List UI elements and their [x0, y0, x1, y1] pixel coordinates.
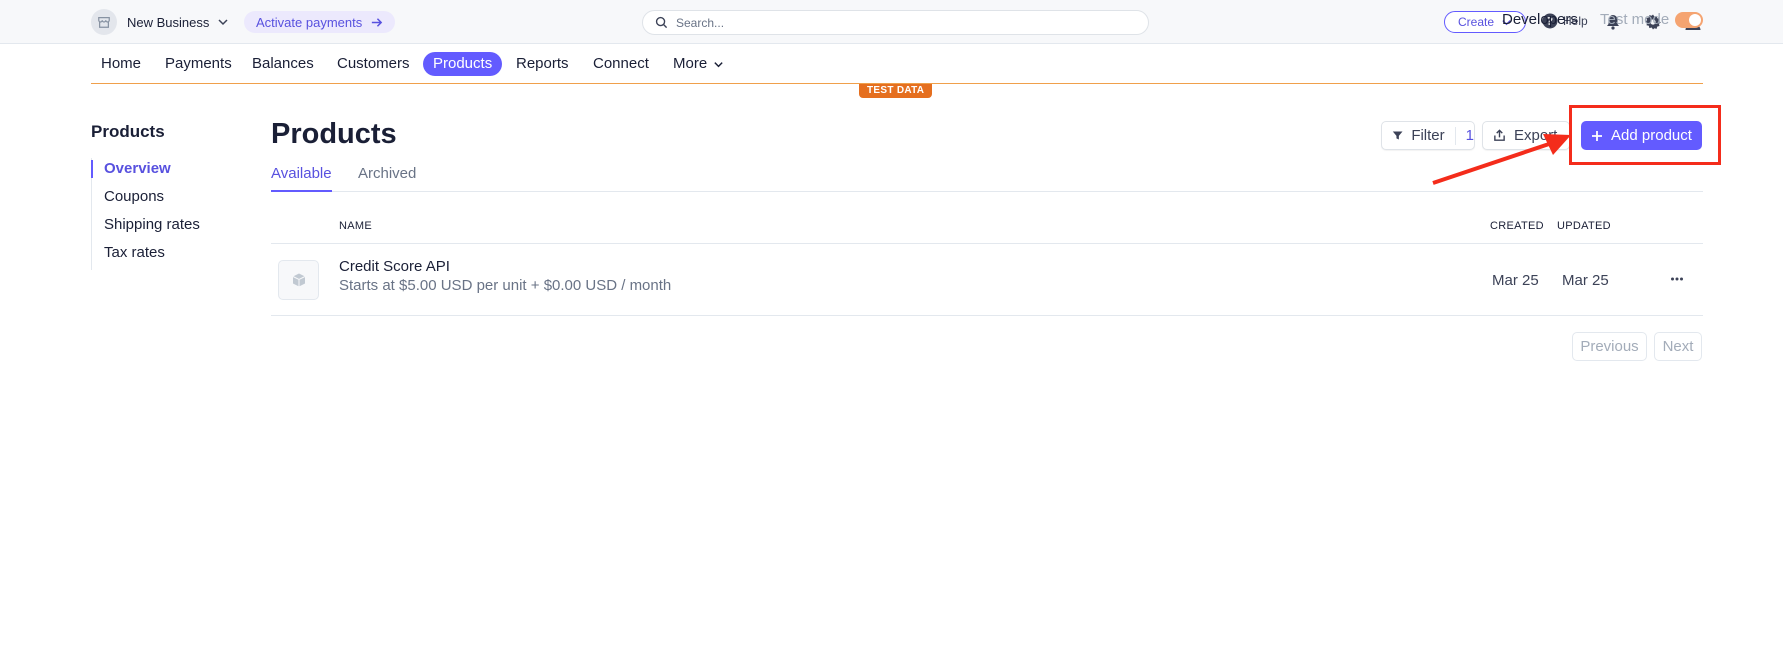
sidebar-item-shipping-rates[interactable]: Shipping rates: [92, 214, 231, 242]
store-icon: [91, 9, 117, 35]
search-input[interactable]: [676, 15, 1116, 30]
product-pricing-description: Starts at $5.00 USD per unit + $0.00 USD…: [339, 277, 672, 294]
nav-item-home[interactable]: Home: [91, 52, 151, 76]
sidebar-title: Products: [91, 122, 165, 141]
product-updated-date: Mar 25: [1562, 272, 1609, 289]
nav-item-reports[interactable]: Reports: [506, 52, 579, 76]
nav-item-more[interactable]: More: [663, 52, 734, 76]
next-page-button[interactable]: Next: [1654, 332, 1702, 361]
nav-item-more-label: More: [673, 55, 708, 72]
product-tabs: Available Archived: [271, 164, 1703, 192]
business-switcher[interactable]: New Business: [91, 9, 229, 35]
test-mode-toggle[interactable]: [1675, 12, 1703, 28]
search-icon: [655, 16, 668, 29]
nav-item-customers[interactable]: Customers: [327, 52, 420, 76]
arrow-right-icon: [372, 17, 383, 27]
nav-item-payments[interactable]: Payments: [155, 52, 242, 76]
table-divider: [271, 243, 1703, 244]
column-header-name[interactable]: NAME: [339, 220, 372, 232]
test-mode-label: Test mode: [1600, 11, 1670, 28]
sidebar-item-overview[interactable]: Overview: [91, 158, 231, 186]
sidebar-menu: Overview Coupons Shipping rates Tax rate…: [91, 158, 231, 270]
product-created-date: Mar 25: [1492, 272, 1539, 289]
activate-payments-label: Activate payments: [256, 14, 363, 30]
page-title: Products: [271, 118, 397, 150]
chevron-down-icon: [218, 19, 228, 26]
nav-item-balances[interactable]: Balances: [242, 52, 324, 76]
test-data-badge: TEST DATA: [859, 84, 933, 98]
table-divider: [271, 315, 1703, 316]
create-label: Create: [1457, 15, 1495, 29]
main-navigation: Home Payments Balances Customers Product…: [91, 44, 1703, 84]
tab-available[interactable]: Available: [271, 164, 332, 192]
product-box-icon: [278, 260, 319, 300]
activate-payments-button[interactable]: Activate payments: [244, 11, 396, 33]
developers-link[interactable]: Developers: [1502, 8, 1578, 32]
more-actions-icon[interactable]: [1668, 270, 1686, 288]
product-name: Credit Score API: [339, 258, 450, 275]
search-bar[interactable]: [642, 10, 1149, 35]
column-header-updated[interactable]: UPDATED: [1557, 220, 1611, 232]
sidebar-item-coupons[interactable]: Coupons: [92, 186, 231, 214]
column-header-created[interactable]: CREATED: [1490, 220, 1544, 232]
nav-item-products[interactable]: Products: [423, 52, 503, 76]
filter-icon: [1392, 131, 1403, 140]
nav-item-connect[interactable]: Connect: [583, 52, 659, 76]
annotation-highlight-box: [1569, 105, 1721, 165]
chevron-down-icon: [714, 61, 723, 67]
tab-archived[interactable]: Archived: [358, 164, 416, 192]
previous-page-button[interactable]: Previous: [1572, 332, 1647, 361]
sidebar-item-tax-rates[interactable]: Tax rates: [92, 242, 231, 270]
business-name: New Business: [127, 14, 210, 30]
